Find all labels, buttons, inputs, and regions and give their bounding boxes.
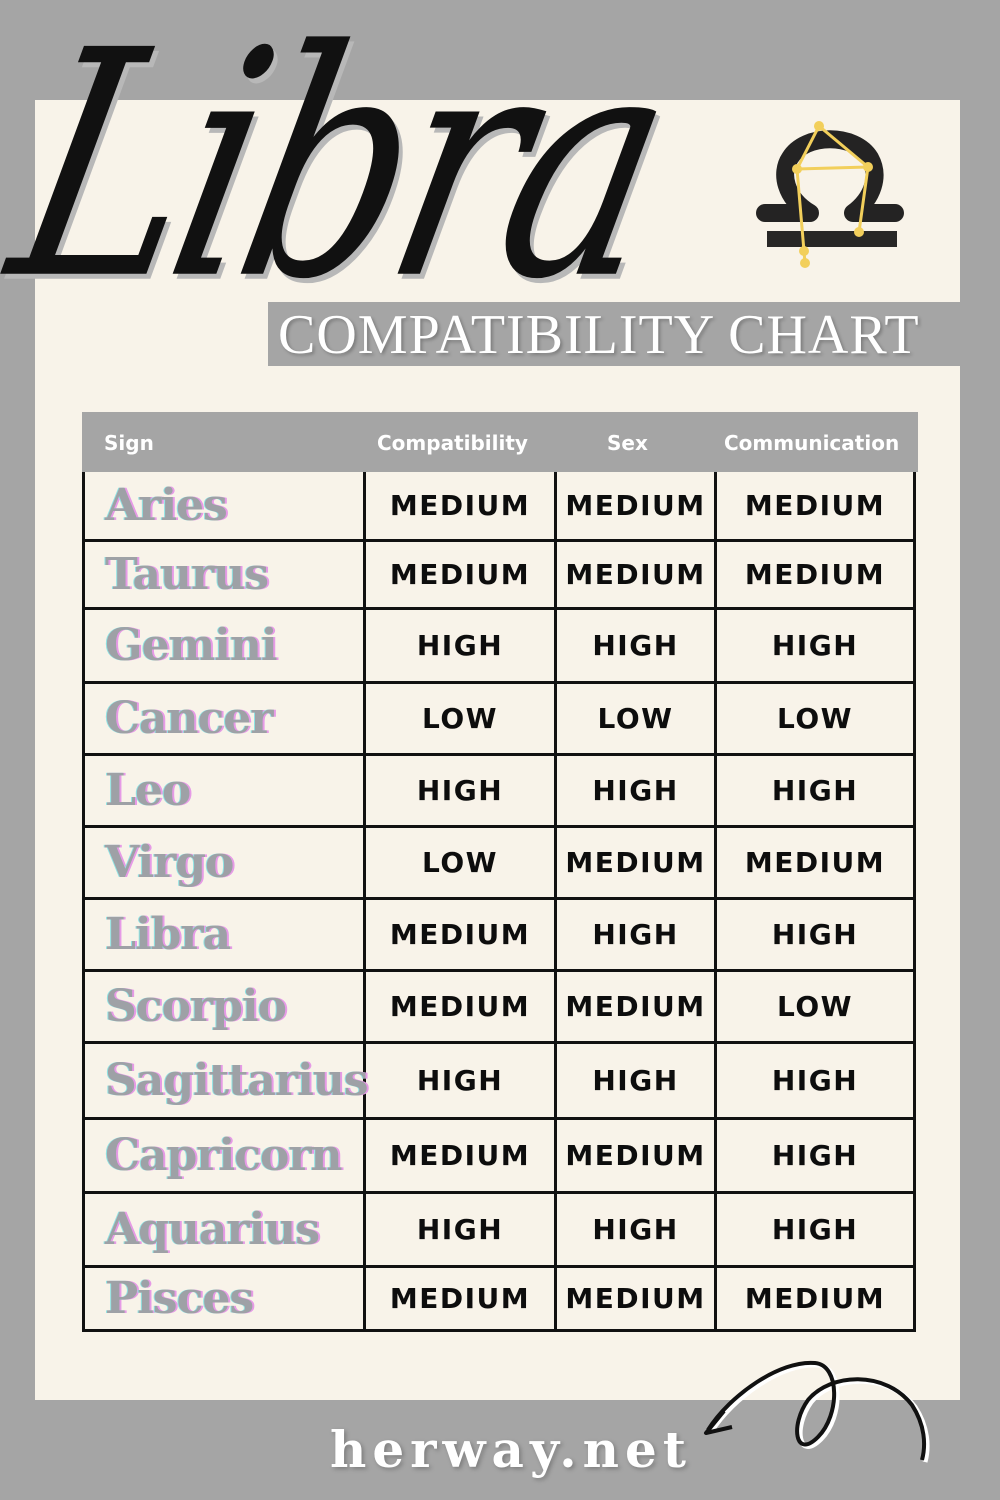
- communication-rating: MEDIUM: [744, 1282, 886, 1315]
- communication-rating: LOW: [776, 990, 854, 1023]
- sign-name: Sagittarius: [105, 1055, 369, 1106]
- compatibility-rating: MEDIUM: [366, 1268, 557, 1329]
- sign-cell: Virgo: [85, 828, 366, 897]
- compatibility-rating: MEDIUM: [366, 542, 557, 607]
- sign-name: Taurus: [105, 549, 269, 600]
- sex-rating: MEDIUM: [557, 828, 717, 897]
- sex-rating: HIGH: [557, 610, 717, 681]
- sex-rating: MEDIUM: [557, 542, 717, 607]
- sex-rating: HIGH: [557, 1044, 717, 1117]
- header-sign: Sign: [104, 431, 154, 455]
- table-row: Taurus MEDIUM MEDIUM MEDIUM: [85, 542, 913, 610]
- libra-symbol-icon: [756, 121, 904, 268]
- table-row: Virgo LOW MEDIUM MEDIUM: [85, 828, 913, 900]
- header-compatibility: Compatibility: [377, 431, 528, 455]
- compatibility-table: Aries MEDIUM MEDIUM MEDIUM Taurus MEDIUM MEDIU…: [82, 472, 916, 1332]
- compatibility-rating: HIGH: [366, 610, 557, 681]
- sex-rating: MEDIUM: [557, 1120, 717, 1191]
- table-row: Libra MEDIUM HIGH HIGH: [85, 900, 913, 972]
- communication-rating: MEDIUM: [744, 558, 886, 591]
- sign-cell: Gemini: [85, 610, 366, 681]
- sign-cell: Pisces: [85, 1268, 366, 1329]
- sign-name: Pisces: [105, 1273, 254, 1324]
- sign-name: Aquarius: [105, 1204, 320, 1255]
- sign-name: Cancer: [105, 693, 273, 744]
- compatibility-rating: LOW: [366, 684, 557, 753]
- compatibility-rating: MEDIUM: [366, 1120, 557, 1191]
- communication-rating: HIGH: [771, 918, 859, 951]
- page-title: Libra: [0, 0, 691, 348]
- sign-name: Scorpio: [105, 981, 287, 1032]
- table-row: Gemini HIGH HIGH HIGH: [85, 610, 913, 684]
- sign-name: Aries: [105, 480, 228, 531]
- compatibility-rating: MEDIUM: [366, 472, 557, 539]
- table-row: Aquarius HIGH HIGH HIGH: [85, 1194, 913, 1268]
- communication-rating: MEDIUM: [744, 846, 886, 879]
- table-header: Sign Compatibility Sex Communication: [82, 412, 918, 472]
- sign-name: Virgo: [105, 837, 234, 888]
- sign-cell: Cancer: [85, 684, 366, 753]
- sign-cell: Scorpio: [85, 972, 366, 1041]
- sex-rating: HIGH: [557, 756, 717, 825]
- table-row: Aries MEDIUM MEDIUM MEDIUM: [85, 472, 913, 542]
- table-row: Pisces MEDIUM MEDIUM MEDIUM: [85, 1268, 913, 1332]
- table-row: Scorpio MEDIUM MEDIUM LOW: [85, 972, 913, 1044]
- compatibility-rating: HIGH: [366, 1044, 557, 1117]
- sex-rating: MEDIUM: [557, 1268, 717, 1329]
- compatibility-rating: HIGH: [366, 756, 557, 825]
- sign-name: Gemini: [105, 620, 278, 671]
- sex-rating: MEDIUM: [557, 472, 717, 539]
- header-sex: Sex: [607, 431, 648, 455]
- compatibility-rating: LOW: [366, 828, 557, 897]
- communication-rating: HIGH: [771, 629, 859, 662]
- table-row: Leo HIGH HIGH HIGH: [85, 756, 913, 828]
- communication-rating: HIGH: [771, 774, 859, 807]
- header-communication: Communication: [724, 431, 900, 455]
- table-row: Cancer LOW LOW LOW: [85, 684, 913, 756]
- sex-rating: LOW: [557, 684, 717, 753]
- communication-rating: MEDIUM: [744, 489, 886, 522]
- communication-rating: HIGH: [771, 1213, 859, 1246]
- communication-rating: LOW: [776, 702, 854, 735]
- compatibility-rating: MEDIUM: [366, 900, 557, 969]
- curly-arrow-icon: [704, 1360, 930, 1463]
- communication-rating: HIGH: [771, 1139, 859, 1172]
- sign-name: Capricorn: [105, 1130, 343, 1181]
- communication-rating: HIGH: [771, 1064, 859, 1097]
- sex-rating: HIGH: [557, 1194, 717, 1265]
- sign-cell: Aquarius: [85, 1194, 366, 1265]
- sign-cell: Aries: [85, 472, 366, 539]
- sign-cell: Capricorn: [85, 1120, 366, 1191]
- table-row: Sagittarius HIGH HIGH HIGH: [85, 1044, 913, 1120]
- sign-name: Libra: [105, 909, 231, 960]
- sex-rating: HIGH: [557, 900, 717, 969]
- sign-cell: Libra: [85, 900, 366, 969]
- page-subtitle: COMPATIBILITY CHART: [278, 304, 920, 366]
- compatibility-rating: HIGH: [366, 1194, 557, 1265]
- sign-cell: Leo: [85, 756, 366, 825]
- sign-name: Leo: [105, 765, 191, 816]
- sign-cell: Sagittarius: [85, 1044, 369, 1117]
- compatibility-rating: MEDIUM: [366, 972, 557, 1041]
- site-footer: herway.net: [330, 1420, 692, 1479]
- sign-cell: Taurus: [85, 542, 366, 607]
- table-row: Capricorn MEDIUM MEDIUM HIGH: [85, 1120, 913, 1194]
- sex-rating: MEDIUM: [557, 972, 717, 1041]
